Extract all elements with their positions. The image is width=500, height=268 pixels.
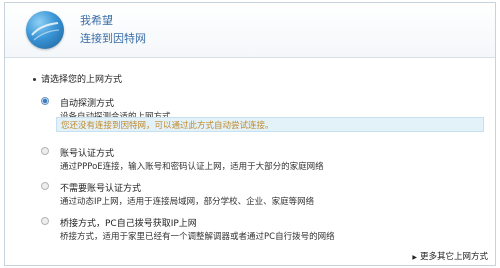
option-title: 不需要账号认证方式 <box>60 184 142 194</box>
option-desc: 桥接方式，适用于家里已经有一个调整解调器或者通过PC自行拨号的网络 <box>60 232 335 242</box>
radio-auto-detect[interactable] <box>41 97 49 105</box>
radio-bridge[interactable] <box>41 217 49 225</box>
page-title: 我希望 <box>80 14 113 27</box>
option-title: 自动探测方式 <box>60 99 115 109</box>
option-title: 账号认证方式 <box>60 149 115 159</box>
globe-icon <box>26 11 64 49</box>
bullet-icon <box>33 78 36 81</box>
arrow-right-icon: ▶ <box>412 254 417 261</box>
hint-text: 您还没有连接到因特网，可以通过此方式自动尝试连接。 <box>61 121 274 131</box>
more-options-label: 更多其它上网方式 <box>419 252 488 262</box>
option-desc: 通过PPPoE连接，输入账号和密码认证上网，适用于大部分的家庭网络 <box>60 162 324 172</box>
header: 我希望 连接到因特网 <box>5 3 495 58</box>
radio-no-account[interactable] <box>41 182 49 190</box>
radio-account-auth[interactable] <box>41 147 49 155</box>
section-prompt: 请选择您的上网方式 <box>33 72 122 85</box>
option-title: 桥接方式，PC自己拨号获取IP上网 <box>60 219 197 229</box>
more-options-link[interactable]: ▶ 更多其它上网方式 <box>412 250 488 262</box>
prompt-label: 请选择您的上网方式 <box>41 75 123 85</box>
option-desc: 通过动态IP上网，适用于连接局域网，部分学校、企业、家庭等网络 <box>60 197 315 207</box>
page-subtitle: 连接到因特网 <box>80 32 146 45</box>
